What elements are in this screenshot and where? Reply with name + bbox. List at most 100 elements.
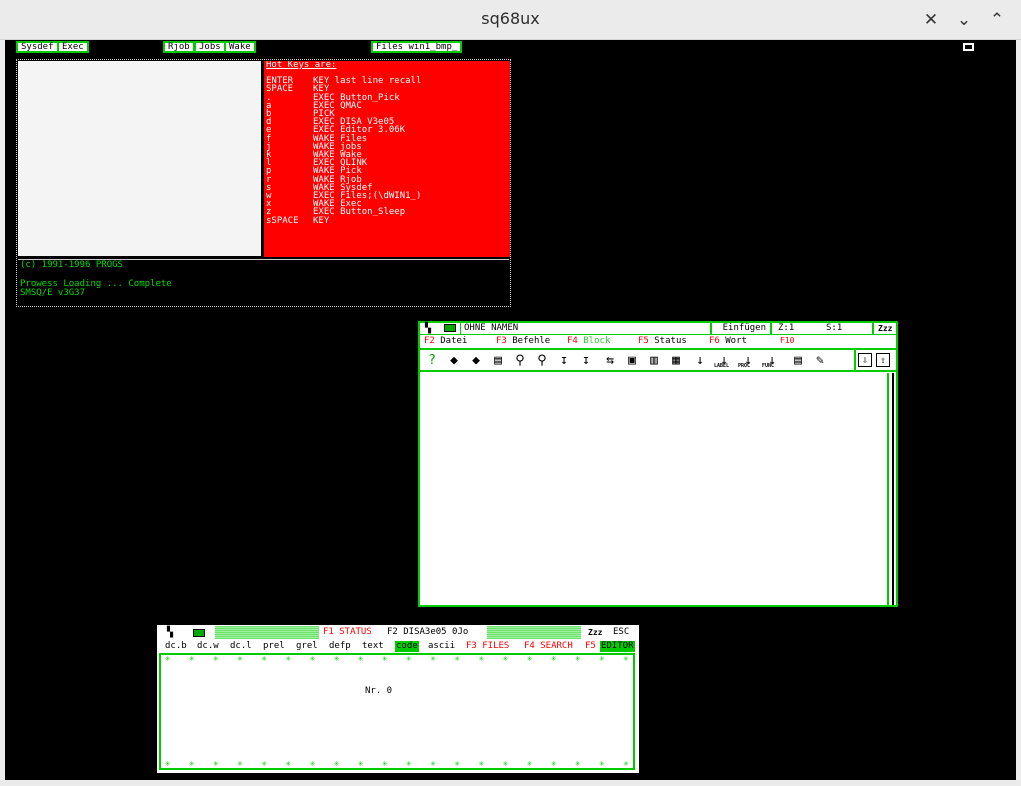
disa-status[interactable]: F1 STATUS	[323, 625, 372, 640]
disa-title-fill	[487, 626, 581, 639]
column-marker: ✳	[358, 759, 364, 769]
menu-block[interactable]: F4 Block	[567, 335, 610, 347]
menu-f5[interactable]: F5	[585, 641, 596, 652]
menu-ascii[interactable]: ascii	[428, 641, 455, 652]
files-button[interactable]: Files win1_bmp_	[371, 41, 463, 53]
menu-dc-l[interactable]: dc.l	[230, 641, 252, 652]
printer-icon[interactable]: ▤	[490, 353, 506, 369]
hotkey-row: r WAKE Rjob	[264, 175, 510, 184]
hotkey-key: b	[266, 109, 272, 120]
hotkey-row: k WAKE Wake	[264, 150, 510, 161]
sleep-icon[interactable]: Zzz	[872, 323, 892, 334]
column-marker: ✳	[478, 654, 485, 664]
exec-button[interactable]: Exec	[57, 41, 89, 53]
escape-button[interactable]: ESC	[613, 625, 629, 640]
hotkey-row: . EXEC Button_Pick	[264, 93, 510, 102]
wake-button[interactable]: Wake	[224, 41, 256, 53]
menu-dc-w[interactable]: dc.w	[197, 641, 219, 652]
menu-wort[interactable]: F6 Wort	[709, 335, 747, 347]
menu-grel[interactable]: grel	[296, 641, 318, 652]
column-marker: ✳	[478, 759, 485, 769]
hotkey-key: x	[266, 199, 272, 210]
diamond-icon[interactable]: ◆	[446, 353, 462, 369]
menu-prel[interactable]: prel	[263, 641, 285, 652]
menu-files[interactable]: F3 FILES	[466, 641, 509, 652]
editor-column: S:1	[826, 323, 843, 333]
down-icon[interactable]: ⇩	[858, 353, 872, 367]
minimize-icon[interactable]: ⌄	[950, 6, 978, 34]
disa-listing[interactable]: ✳ ✳ ✳ ✳ ✳ ✳ ✳ ✳ ✳ ✳ ✳ ✳ ✳ ✳ ✳ ✳ ✳ ✳ ✳ ✳ Nr. 0 ✳ ✳ ✳ ✳ ✳ ✳ ✳ ✳ ✳ ✳ ✳ ✳ ✳…	[159, 653, 635, 770]
editor-filename: OHNE NAMEN	[460, 323, 518, 334]
column-marker: ✳	[502, 654, 509, 664]
menu-editor[interactable]: EDITOR	[600, 641, 635, 652]
hotkey-key: p	[266, 166, 272, 177]
sort-icon[interactable]: ↧	[556, 353, 572, 369]
link-icon[interactable]: ⇆	[602, 353, 618, 369]
hotkey-key: k	[266, 150, 272, 161]
editor-line: Z:1	[778, 323, 795, 333]
hotkey-row: ENTER KEY last line recall	[264, 77, 510, 86]
tool-caption-label: LABEL	[714, 363, 730, 369]
diamond2-icon[interactable]: ◆	[468, 353, 484, 369]
trash-icon[interactable]: ▥	[646, 353, 662, 369]
hotkey-row: f WAKE Files	[264, 134, 510, 143]
editor-toolbar: ? ◆ ◆ ▤ ⚲ ⚲ ↧ ↧ ⇆ ▣ ▥ ▦ ↓ ↓ ↓ ↓ ▤ ✎ ⇩ ⇧ LABEL PROC FUNC	[420, 348, 896, 372]
disa-title: F2 DISA3e05 0Jo	[387, 627, 469, 637]
find-icon[interactable]: ⚲	[512, 353, 528, 369]
disa-line-number: Nr. 0	[365, 686, 393, 696]
menu-text[interactable]: text	[362, 641, 384, 652]
column-marker: ✳	[213, 759, 219, 769]
menu-datei[interactable]: F2 Datei	[424, 335, 467, 347]
sort2-icon[interactable]: ↧	[578, 353, 594, 369]
save-icon[interactable]: ▦	[668, 353, 684, 369]
grid-icon[interactable]: ▤	[790, 353, 806, 369]
screen-corner-icon[interactable]	[963, 43, 974, 51]
hotkey-blank-pane	[18, 61, 261, 256]
column-marker: ✳	[575, 654, 581, 664]
disa-menu: dc.b dc.w dc.l prel grel defp text code …	[157, 641, 639, 652]
menu-befehle[interactable]: F3 Befehle	[496, 335, 550, 347]
column-marker: ✳	[165, 654, 171, 664]
column-marker: ✳	[623, 759, 629, 769]
console-area[interactable]: (c) 1991-1996 PROGS Prowess Loading ... …	[18, 259, 509, 306]
hotkey-key: sSPACE	[266, 215, 299, 226]
hotkey-row: l EXEC QLINK	[264, 159, 510, 168]
hotkey-key: d	[266, 117, 272, 128]
menu-code[interactable]: code	[395, 641, 419, 652]
hotkey-title: Hot Keys are:	[266, 61, 337, 70]
camera-icon[interactable]: ▣	[624, 353, 640, 369]
column-marker: ✳	[551, 759, 557, 769]
hotkey-row: a EXEC QMAC	[264, 101, 510, 110]
column-marker: ✳	[454, 759, 460, 769]
disa-window: ▚ F1 STATUS F2 DISA3e05 0Jo Zzz ESC dc.b…	[157, 625, 639, 773]
maximize-icon[interactable]: ⌃	[983, 6, 1011, 34]
sleep-icon[interactable]: Zzz	[588, 625, 602, 640]
resize-icon[interactable]	[193, 629, 205, 637]
column-marker: ✳	[599, 654, 605, 664]
rjob-button[interactable]: Rjob	[163, 41, 195, 53]
replace-icon[interactable]: ⚲	[534, 353, 550, 369]
up-icon[interactable]: ⇧	[876, 353, 890, 367]
column-marker: ✳	[382, 759, 388, 769]
column-marker: ✳	[430, 759, 436, 769]
block-icon[interactable]: ↓	[692, 353, 708, 369]
menu-search[interactable]: F4 SEARCH	[524, 641, 573, 652]
menu-status[interactable]: F5 Status	[638, 335, 687, 347]
pen-icon[interactable]: ✎	[812, 353, 828, 369]
jobs-button[interactable]: Jobs	[194, 41, 226, 53]
move-icon[interactable]: ▚	[425, 323, 431, 334]
move-icon[interactable]: ▚	[167, 625, 173, 640]
help-icon[interactable]: ?	[424, 353, 440, 369]
menu-defp[interactable]: defp	[329, 641, 351, 652]
column-marker: ✳	[430, 654, 436, 664]
menu-f10[interactable]: F10	[780, 335, 794, 347]
resize-icon[interactable]	[444, 324, 456, 332]
editor-scrollbar[interactable]	[887, 373, 894, 605]
sysdef-button[interactable]: Sysdef	[16, 41, 59, 53]
hotkey-row: j WAKE jobs	[264, 142, 510, 151]
hotkey-row: e EXEC Editor 3.06K	[264, 126, 510, 135]
close-icon[interactable]: ✕	[917, 6, 945, 34]
menu-dc-b[interactable]: dc.b	[165, 641, 187, 652]
editor-text-area[interactable]	[420, 373, 886, 605]
column-marker: ✳	[382, 654, 388, 664]
